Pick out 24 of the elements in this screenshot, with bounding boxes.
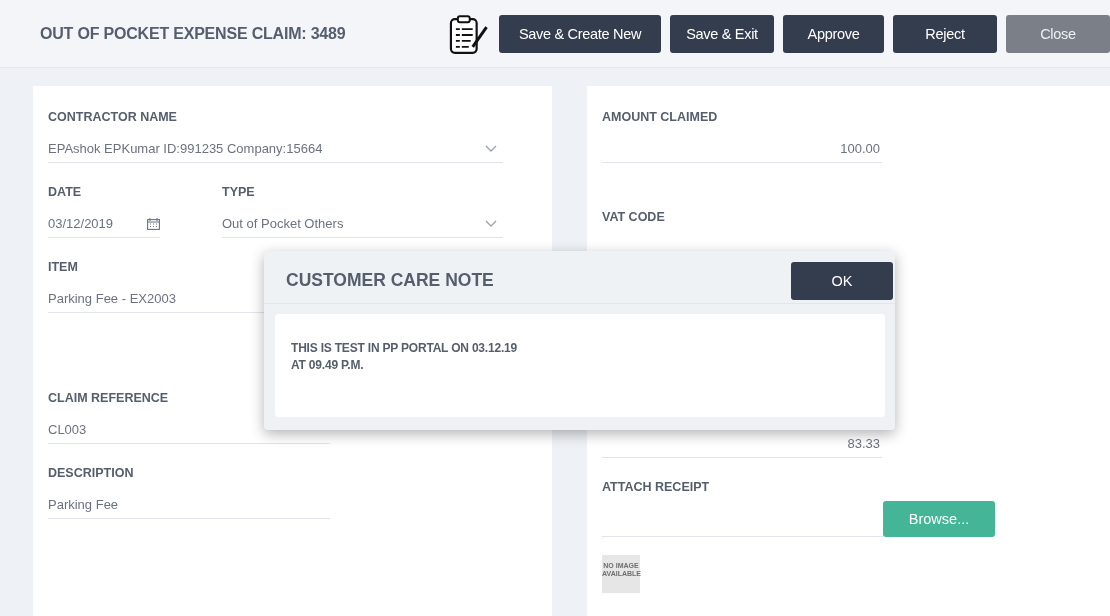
chevron-icon xyxy=(485,219,497,228)
field-label: VAT CODE xyxy=(602,210,665,226)
field-label: AMOUNT CLAIMED xyxy=(602,110,718,126)
field-label: CONTRACTOR NAME xyxy=(48,110,177,126)
field-label: ATTACH RECEIPT xyxy=(602,480,710,496)
calendar-icon xyxy=(147,217,160,230)
toolbar-button[interactable]: Approve xyxy=(783,14,884,53)
input-field[interactable]: Parking Fee xyxy=(48,491,330,519)
input-field[interactable]: 100.00 xyxy=(602,135,882,163)
field-label: TYPE xyxy=(222,185,256,201)
toolbar-button[interactable]: Save & Create New xyxy=(499,14,661,53)
page-title: OUT OF POCKET EXPENSE CLAIM: 3489 xyxy=(40,24,347,43)
select-field[interactable]: Out of Pocket Others xyxy=(222,210,503,238)
toolbar-button[interactable]: Save & Exit xyxy=(670,14,774,53)
select-field[interactable]: EPAshok EPKumar ID:991235 Company:15664 xyxy=(48,135,503,163)
message-text: THIS IS TEST IN PP PORTAL ON 03.12.19 AT 09.49 P.M. xyxy=(291,340,518,374)
chevron-icon xyxy=(485,144,497,153)
ok-button[interactable]: OK xyxy=(791,261,893,300)
field-label: DESCRIPTION xyxy=(48,466,134,482)
field-label: DATE xyxy=(48,185,83,201)
toolbar-button[interactable]: Reject xyxy=(893,14,997,53)
field-label: CLAIM REFERENCE xyxy=(48,391,169,407)
date-field[interactable]: 03/12/2019 xyxy=(48,210,160,238)
field-label: ITEM xyxy=(48,260,78,276)
